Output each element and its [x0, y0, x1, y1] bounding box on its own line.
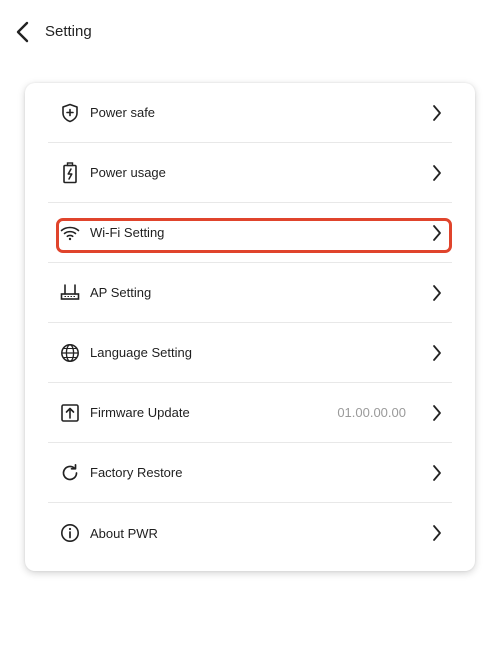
battery-bolt-icon [59, 161, 81, 184]
chevron-right-icon [430, 103, 444, 123]
chevron-right-icon [430, 523, 444, 543]
setting-item-wifi[interactable]: Wi-Fi Setting [48, 203, 452, 263]
refresh-icon [59, 462, 81, 484]
back-button[interactable] [10, 18, 36, 46]
wifi-icon [59, 222, 81, 244]
settings-card: Power safe Power usage Wi-Fi Setting AP … [25, 83, 475, 571]
header: Setting [0, 0, 500, 64]
setting-item-power-usage[interactable]: Power usage [48, 143, 452, 203]
upload-icon [59, 402, 81, 424]
chevron-right-icon [430, 463, 444, 483]
setting-item-factory-restore[interactable]: Factory Restore [48, 443, 452, 503]
setting-item-label: Firmware Update [90, 405, 190, 420]
router-icon [59, 282, 81, 304]
firmware-version: 01.00.00.00 [337, 405, 406, 420]
setting-item-firmware-update[interactable]: Firmware Update 01.00.00.00 [48, 383, 452, 443]
setting-item-label: About PWR [90, 525, 158, 541]
setting-item-ap[interactable]: AP Setting [48, 263, 452, 323]
page-title: Setting [45, 23, 92, 40]
info-icon [59, 522, 81, 544]
setting-item-label: Power safe [90, 105, 156, 120]
setting-item-label: Language Setting [90, 345, 192, 360]
setting-item-label: Factory Restore [90, 465, 183, 480]
globe-icon [59, 342, 81, 364]
chevron-right-icon [430, 283, 444, 303]
chevron-left-icon [16, 21, 29, 43]
chevron-right-icon [430, 223, 444, 243]
shield-plus-icon [59, 102, 81, 124]
setting-item-language[interactable]: Language Setting [48, 323, 452, 383]
chevron-right-icon [430, 343, 444, 363]
chevron-right-icon [430, 403, 444, 423]
setting-item-label: Wi-Fi Setting [90, 225, 165, 240]
chevron-right-icon [430, 163, 444, 183]
setting-item-power-safe[interactable]: Power safe [48, 83, 452, 143]
setting-item-label: Power usage [90, 165, 166, 180]
setting-item-about[interactable]: About PWR [48, 503, 452, 563]
setting-item-label: AP Setting [90, 285, 152, 300]
